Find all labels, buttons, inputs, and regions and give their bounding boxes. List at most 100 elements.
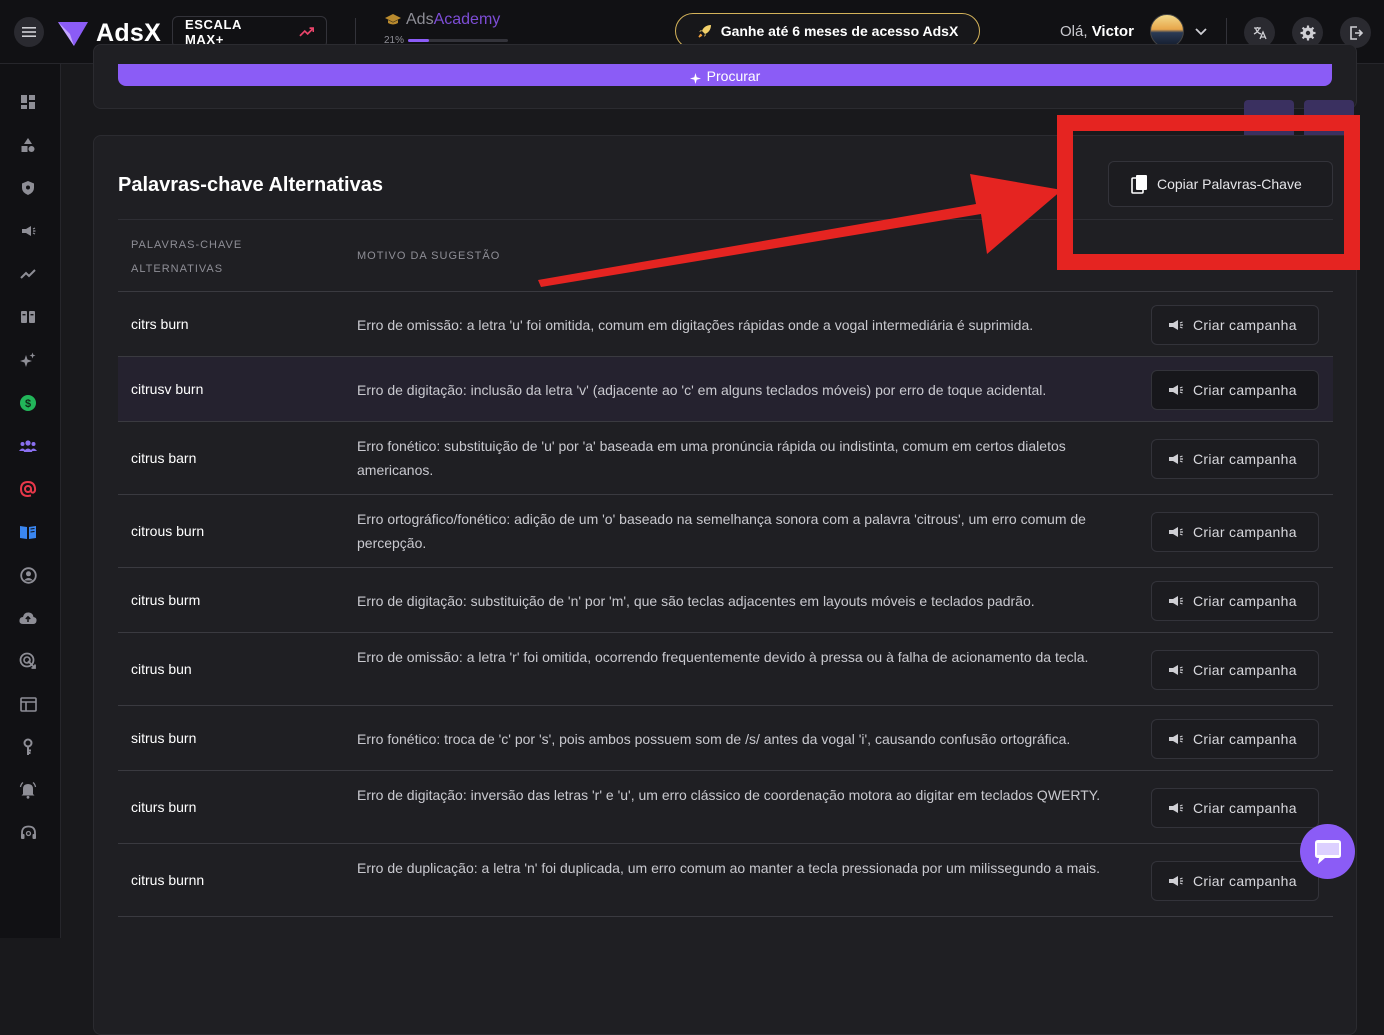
table-row: citrus bun Erro de omissão: a letra 'r' f… [118, 633, 1333, 706]
cloud-upload-icon[interactable] [18, 608, 38, 628]
column-header-keyword: PALAVRAS-CHAVE ALTERNATIVAS [131, 239, 243, 275]
search-button[interactable]: Procurar [118, 64, 1332, 86]
key-icon[interactable] [18, 737, 38, 757]
sparkle-icon[interactable] [18, 350, 38, 370]
create-campaign-button[interactable]: Criar campanha [1151, 580, 1319, 621]
alternative-keywords-card: Palavras-chave Alternativas Copiar Palav… [93, 135, 1357, 1035]
create-campaign-label: Criar campanha [1193, 381, 1297, 398]
create-campaign-button[interactable]: Criar campanha [1151, 718, 1319, 759]
keyword-cell: sitrus burn [131, 729, 197, 746]
plan-label: ESCALA MAX+ [185, 17, 242, 47]
sidebar: $ [0, 64, 61, 938]
chat-icon [1314, 839, 1341, 864]
keyword-cell: citrus burnn [131, 871, 205, 888]
megaphone-icon [1169, 733, 1183, 744]
columns-icon[interactable] [18, 307, 38, 327]
create-campaign-button[interactable]: Criar campanha [1151, 511, 1319, 552]
avatar[interactable] [1150, 14, 1184, 48]
search-button-label: Procurar [706, 68, 761, 84]
reason-cell: Erro de digitação: substituição de 'n' p… [357, 592, 1035, 609]
megaphone-icon [1169, 453, 1183, 464]
menu-button[interactable] [14, 17, 44, 47]
table-row: citrous burn Erro ortográfico/fonético: a… [118, 495, 1333, 568]
megaphone-icon [1169, 875, 1183, 886]
reason-cell: Erro ortográfico/fonético: adição de um … [357, 511, 1086, 551]
table-row: citurs burn Erro de digitação: inversão d… [118, 771, 1333, 844]
create-campaign-button[interactable]: Criar campanha [1151, 787, 1319, 828]
create-campaign-label: Criar campanha [1193, 450, 1297, 467]
reason-cell: Erro de omissão: a letra 'r' foi omitida… [357, 649, 1089, 665]
user-circle-icon[interactable] [18, 565, 38, 585]
reason-cell: Erro de omissão: a letra 'u' foi omitida… [357, 316, 1034, 333]
greeting-prefix: Olá, [1060, 23, 1088, 40]
reason-cell: Erro fonético: substituição de 'u' por '… [357, 438, 1066, 478]
copy-keywords-label: Copiar Palavras-Chave [1157, 176, 1302, 192]
at-icon[interactable] [18, 479, 38, 499]
reason-cell: Erro de digitação: inclusão da letra 'v'… [357, 381, 1047, 398]
dollar-icon[interactable]: $ [18, 393, 38, 413]
translate-icon [1253, 26, 1267, 39]
target-icon[interactable] [18, 651, 38, 671]
create-campaign-button[interactable]: Criar campanha [1151, 860, 1319, 901]
header-divider [355, 18, 356, 46]
chat-button[interactable] [1300, 824, 1355, 879]
greeting: Olá, Victor [1060, 23, 1134, 40]
bell-icon[interactable] [18, 780, 38, 800]
megaphone-icon[interactable] [18, 221, 38, 241]
trend-icon[interactable] [18, 264, 38, 284]
dashboard-icon[interactable] [18, 92, 38, 112]
create-campaign-label: Criar campanha [1193, 661, 1297, 678]
megaphone-icon [1169, 384, 1183, 395]
gear-icon [1300, 25, 1315, 40]
academy-prefix: Ads [406, 11, 434, 28]
trending-up-icon [298, 27, 314, 37]
copy-keywords-button[interactable]: Copiar Palavras-Chave [1108, 161, 1333, 207]
megaphone-icon [1169, 802, 1183, 813]
create-campaign-label: Criar campanha [1193, 799, 1297, 816]
table-row: citrus barn Erro fonético: substituição d… [118, 422, 1333, 495]
reason-cell: Erro de duplicação: a letra 'n' foi dupl… [357, 860, 1101, 876]
shield-icon[interactable] [18, 178, 38, 198]
graduation-cap-icon [385, 14, 401, 25]
sparkle-icon [689, 73, 701, 84]
keyword-cell: citurs burn [131, 798, 197, 815]
table-header: PALAVRAS-CHAVE ALTERNATIVAS MOTIVO DA SU… [118, 219, 1333, 292]
logout-icon [1349, 25, 1363, 40]
rocket-icon [698, 25, 711, 38]
reason-cell: Erro fonético: troca de 'c' por 's', poi… [357, 730, 1071, 747]
header-divider-right [1226, 18, 1227, 46]
table-row: citrus burnn Erro de duplicação: a letra … [118, 844, 1333, 917]
create-campaign-button[interactable]: Criar campanha [1151, 438, 1319, 479]
shapes-icon[interactable] [18, 135, 38, 155]
keyword-cell: citrous burn [131, 522, 205, 539]
create-campaign-label: Criar campanha [1193, 730, 1297, 747]
ads-academy[interactable]: Ads Academy 21% [384, 11, 509, 46]
create-campaign-label: Criar campanha [1193, 523, 1297, 540]
table-row: sitrus burn Erro fonético: troca de 'c' p… [118, 706, 1333, 771]
main-content: Procurar Palavras-chave Alternativas Cop… [61, 44, 1384, 1035]
section-title: Palavras-chave Alternativas [118, 174, 383, 196]
hamburger-icon [22, 27, 36, 37]
create-campaign-button[interactable]: Criar campanha [1151, 304, 1319, 345]
create-campaign-button[interactable]: Criar campanha [1151, 369, 1319, 410]
table-row: citrus burm Erro de digitação: substituiç… [118, 568, 1333, 633]
create-campaign-button[interactable]: Criar campanha [1151, 649, 1319, 690]
column-header-reason: MOTIVO DA SUGESTÃO [357, 250, 501, 262]
megaphone-icon [1169, 526, 1183, 537]
table-icon[interactable] [18, 694, 38, 714]
users-icon[interactable] [18, 436, 38, 456]
keyword-cell: citrus barn [131, 449, 197, 466]
create-campaign-label: Criar campanha [1193, 316, 1297, 333]
table-body: citrs burn Erro de omissão: a letra 'u' f… [118, 292, 1333, 917]
megaphone-icon [1169, 319, 1183, 330]
megaphone-icon [1169, 664, 1183, 675]
chevron-down-icon[interactable] [1194, 24, 1208, 38]
headset-icon[interactable] [18, 823, 38, 843]
keyword-cell: citrs burn [131, 315, 189, 332]
book-icon[interactable] [18, 522, 38, 542]
create-campaign-label: Criar campanha [1193, 872, 1297, 889]
megaphone-icon [1169, 595, 1183, 606]
table-row: citrs burn Erro de omissão: a letra 'u' f… [118, 292, 1333, 357]
reason-cell: Erro de digitação: inversão das letras '… [357, 787, 1101, 803]
academy-progress-bar [408, 39, 509, 42]
